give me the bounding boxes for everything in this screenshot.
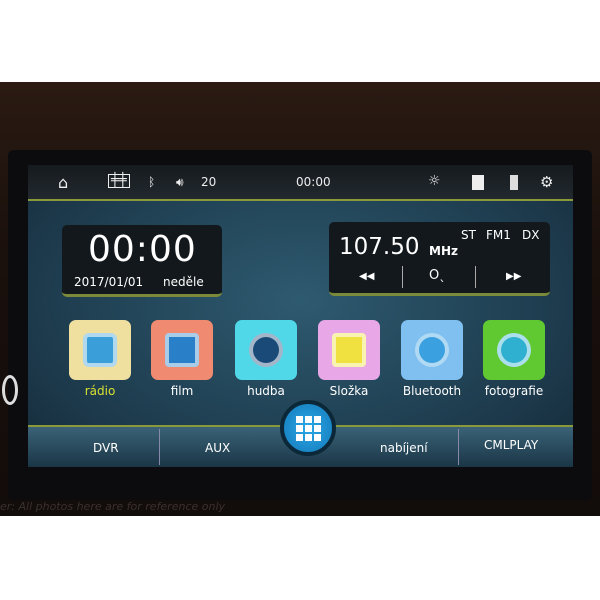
bluetooth-icon[interactable]: ᛒ xyxy=(148,175,155,189)
status-bar: ⌂ ╪╪ ᛒ 🔊︎ 20 00:00 ☼ ⚙ xyxy=(28,165,573,201)
divider xyxy=(475,266,476,288)
radio-icon xyxy=(69,320,131,380)
radio-unit: MHz xyxy=(429,244,458,258)
photos-icon xyxy=(483,320,545,380)
radio-frequency: 107.50 xyxy=(339,234,420,260)
divider xyxy=(159,429,160,465)
head-unit-screen: ⌂ ╪╪ ᛒ 🔊︎ 20 00:00 ☼ ⚙ 00:00 2017/01/01 … xyxy=(28,165,573,467)
app-label: Složka xyxy=(329,384,369,398)
clock-widget[interactable]: 00:00 2017/01/01 neděle xyxy=(62,225,222,297)
aux-button[interactable]: AUX xyxy=(205,441,230,455)
status-time: 00:00 xyxy=(296,175,331,189)
app-label: rádio xyxy=(84,384,116,398)
volume-icon[interactable]: 🔊︎ xyxy=(176,175,184,190)
clock-date: 2017/01/01 xyxy=(74,275,144,289)
volume-level: 20 xyxy=(201,175,217,189)
stereo-indicator: ST xyxy=(461,228,476,242)
app-label: film xyxy=(170,384,194,398)
seek-forward-button[interactable]: ▶▶ xyxy=(506,271,521,282)
folder-icon xyxy=(318,320,380,380)
clock-time: 00:00 xyxy=(88,229,197,270)
sd-card-icon[interactable] xyxy=(472,175,484,190)
app-label: fotografie xyxy=(484,384,544,398)
app-photos[interactable]: fotografie xyxy=(483,320,545,398)
dvr-button[interactable]: DVR xyxy=(93,441,119,455)
seek-back-button[interactable]: ◀◀ xyxy=(359,271,374,282)
app-label: Bluetooth xyxy=(402,384,462,398)
watermark-text: er: All photos here are for reference on… xyxy=(0,500,226,513)
app-film[interactable]: film xyxy=(151,320,213,398)
brightness-icon[interactable]: ☼ xyxy=(428,173,441,189)
app-label: hudba xyxy=(247,384,285,398)
charging-button[interactable]: nabíjení xyxy=(380,441,428,455)
divider xyxy=(458,429,459,465)
equalizer-icon[interactable]: ╪╪ xyxy=(108,174,130,188)
app-music[interactable]: hudba xyxy=(235,320,297,398)
band-indicator: FM1 xyxy=(486,228,511,242)
gear-icon[interactable]: ⚙ xyxy=(540,173,553,191)
radio-widget[interactable]: 107.50 MHz ST FM1 DX ◀◀ Oˎ ▶▶ xyxy=(329,222,550,296)
music-icon xyxy=(235,320,297,380)
cmlplay-button[interactable]: CMLPLAY xyxy=(484,438,538,452)
clock-weekday: neděle xyxy=(163,275,204,289)
home-icon[interactable]: ⌂ xyxy=(58,173,68,192)
app-folder[interactable]: Složka xyxy=(318,320,380,398)
bluetooth-app-icon xyxy=(401,320,463,380)
divider xyxy=(402,266,403,288)
volume-knob[interactable] xyxy=(2,375,18,405)
app-bluetooth[interactable]: Bluetooth xyxy=(401,320,463,398)
app-radio[interactable]: rádio xyxy=(69,320,131,398)
search-button[interactable]: Oˎ xyxy=(429,268,446,283)
usb-icon[interactable] xyxy=(510,175,518,190)
app-menu-button[interactable] xyxy=(280,400,336,456)
dx-indicator: DX xyxy=(522,228,540,242)
film-clapper-icon xyxy=(151,320,213,380)
